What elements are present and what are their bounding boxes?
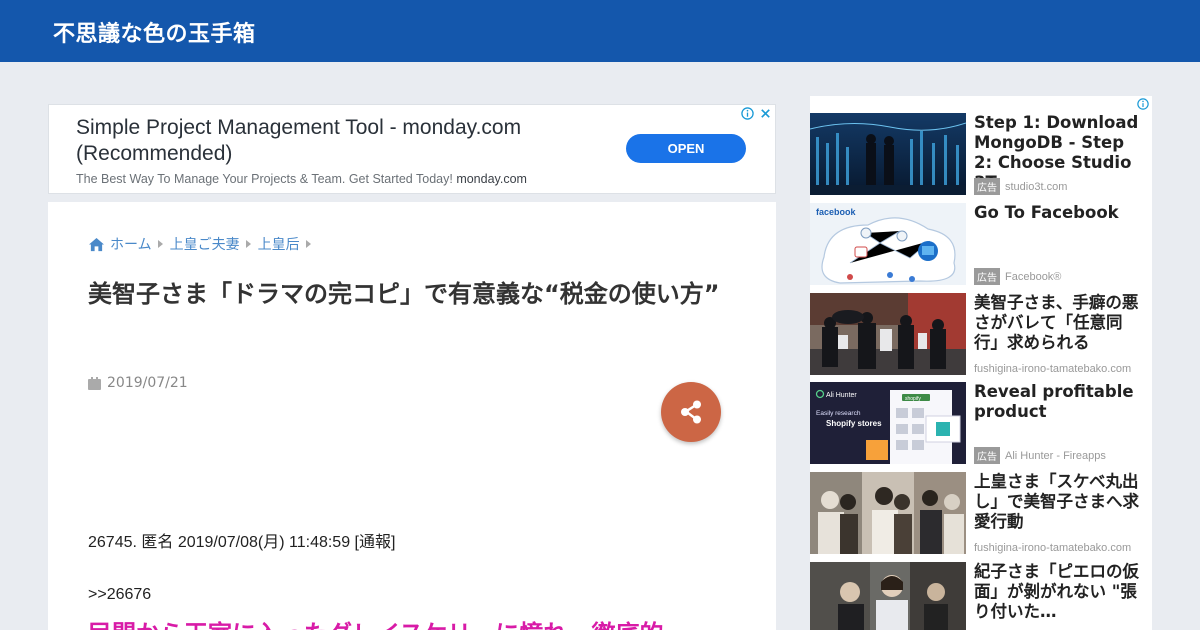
thumb-facebook-text: facebook — [816, 207, 857, 217]
sidebar-ad-widget: Step 1: Download MongoDB - Step 2: Choos… — [810, 96, 1152, 630]
site-header: 不思議な色の玉手箱 — [0, 0, 1200, 62]
breadcrumb-category[interactable]: 上皇ご夫妻 — [170, 234, 240, 254]
ad-description: The Best Way To Manage Your Projects & T… — [76, 172, 527, 186]
sidebar-item[interactable]: 美智子さま、手癖の悪さがバレて「任意同行」求められる fushigina-iro… — [810, 293, 1152, 375]
post-date-text: 2019/07/21 — [107, 375, 188, 391]
sidebar-thumbnail-datacenter[interactable] — [810, 113, 966, 195]
sidebar-item-meta: 広告 Facebook® — [974, 268, 1061, 285]
sidebar-item-meta: 広告 Ali Hunter - Fireapps — [974, 447, 1106, 464]
comment-header: 26745. 匿名 2019/07/08(月) 11:48:59 [通報] — [88, 534, 396, 551]
sidebar-item-meta: fushigina-irono-tamatebako.com — [974, 542, 1131, 554]
ad-title[interactable]: Simple Project Management Tool - monday.… — [76, 115, 596, 167]
sidebar-thumbnail-royal-couple[interactable] — [810, 472, 966, 554]
sidebar-item-meta: fushigina-irono-tamatebako.com — [974, 363, 1131, 375]
sidebar-item[interactable]: 紀子さま「ピエロの仮面」が剝がれない "張り付いた… — [810, 562, 1152, 630]
sidebar-item-source: Facebook® — [1005, 270, 1062, 283]
sidebar-item-source: Ali Hunter - Fireapps — [1005, 449, 1106, 462]
breadcrumb-home[interactable]: ホーム — [110, 234, 152, 254]
sidebar-item[interactable]: facebook Go To Facebook 広告 Facebook® — [810, 203, 1152, 285]
ad-badge: 広告 — [974, 178, 1000, 195]
sidebar-item-source: fushigina-irono-tamatebako.com — [974, 363, 1132, 375]
sidebar-item[interactable]: Ali Hunter Easily research Shopify store… — [810, 382, 1152, 464]
sidebar-item[interactable]: 上皇さま「スケベ丸出し」で美智子さまへ求愛行動 fushigina-irono-… — [810, 472, 1152, 554]
sidebar-item-title[interactable]: 美智子さま、手癖の悪さがバレて「任意同行」求められる — [974, 293, 1146, 353]
ad-domain[interactable]: monday.com — [456, 172, 527, 186]
sidebar-item-title[interactable]: Go To Facebook — [974, 203, 1146, 223]
home-icon — [89, 237, 104, 251]
thumb-shopify: shopify — [905, 396, 921, 402]
sidebar-item[interactable]: Step 1: Download MongoDB - Step 2: Choos… — [810, 113, 1152, 195]
thumb-ali-brand: Ali Hunter — [826, 392, 857, 399]
calendar-icon — [88, 376, 101, 390]
breadcrumb-subcategory[interactable]: 上皇后 — [258, 234, 300, 254]
sidebar-item-title[interactable]: 紀子さま「ピエロの仮面」が剝がれない "張り付いた… — [974, 562, 1146, 622]
ad-open-button[interactable]: OPEN — [626, 134, 746, 163]
thumb-ali-line1: Easily research — [816, 410, 861, 417]
ad-badge: 広告 — [974, 447, 1000, 464]
top-ad-banner[interactable]: Simple Project Management Tool - monday.… — [48, 104, 776, 194]
adchoices-info-icon[interactable] — [1137, 98, 1149, 110]
sidebar-item-source: fushigina-irono-tamatebako.com — [974, 542, 1132, 554]
sidebar-thumbnail-facebook-map[interactable]: facebook — [810, 203, 966, 285]
breadcrumb: ホーム 上皇ご夫妻 上皇后 — [88, 234, 318, 254]
sidebar-item-title[interactable]: 上皇さま「スケベ丸出し」で美智子さまへ求愛行動 — [974, 472, 1146, 532]
sidebar-thumbnail-ali-hunter[interactable]: Ali Hunter Easily research Shopify store… — [810, 382, 966, 464]
reply-reference[interactable]: >>26676 — [88, 586, 151, 604]
ad-info-icon[interactable] — [741, 107, 754, 120]
breadcrumb-separator-icon — [157, 240, 163, 248]
ad-description-text: The Best Way To Manage Your Projects & T… — [76, 172, 453, 186]
ad-badge: 広告 — [974, 268, 1000, 285]
post-date: 2019/07/21 — [88, 375, 188, 391]
share-icon — [681, 400, 701, 424]
sidebar-thumbnail-princess-photo[interactable] — [810, 562, 966, 630]
sidebar-item-source: studio3t.com — [1005, 180, 1068, 193]
sidebar-item-title[interactable]: Reveal profitable product — [974, 382, 1146, 422]
site-title[interactable]: 不思議な色の玉手箱 — [53, 16, 256, 48]
article-card: ホーム 上皇ご夫妻 上皇后 美智子さま「ドラマの完コピ」で有意義な“税金の使い方… — [48, 202, 776, 630]
ad-close-icon[interactable] — [759, 107, 772, 120]
sidebar-item-meta: 広告 studio3t.com — [974, 178, 1067, 195]
highlight-text: 民間から王室に入ったグレイスケリーに憧れ、徹底的 — [88, 614, 664, 630]
share-button[interactable] — [661, 382, 721, 442]
breadcrumb-separator-icon — [245, 240, 251, 248]
breadcrumb-separator-icon — [305, 240, 311, 248]
thumb-ali-line2: Shopify stores — [826, 419, 882, 428]
article-title: 美智子さま「ドラマの完コピ」で有意義な“税金の使い方” — [88, 280, 720, 308]
sidebar-thumbnail-ceremony-photo[interactable] — [810, 293, 966, 375]
